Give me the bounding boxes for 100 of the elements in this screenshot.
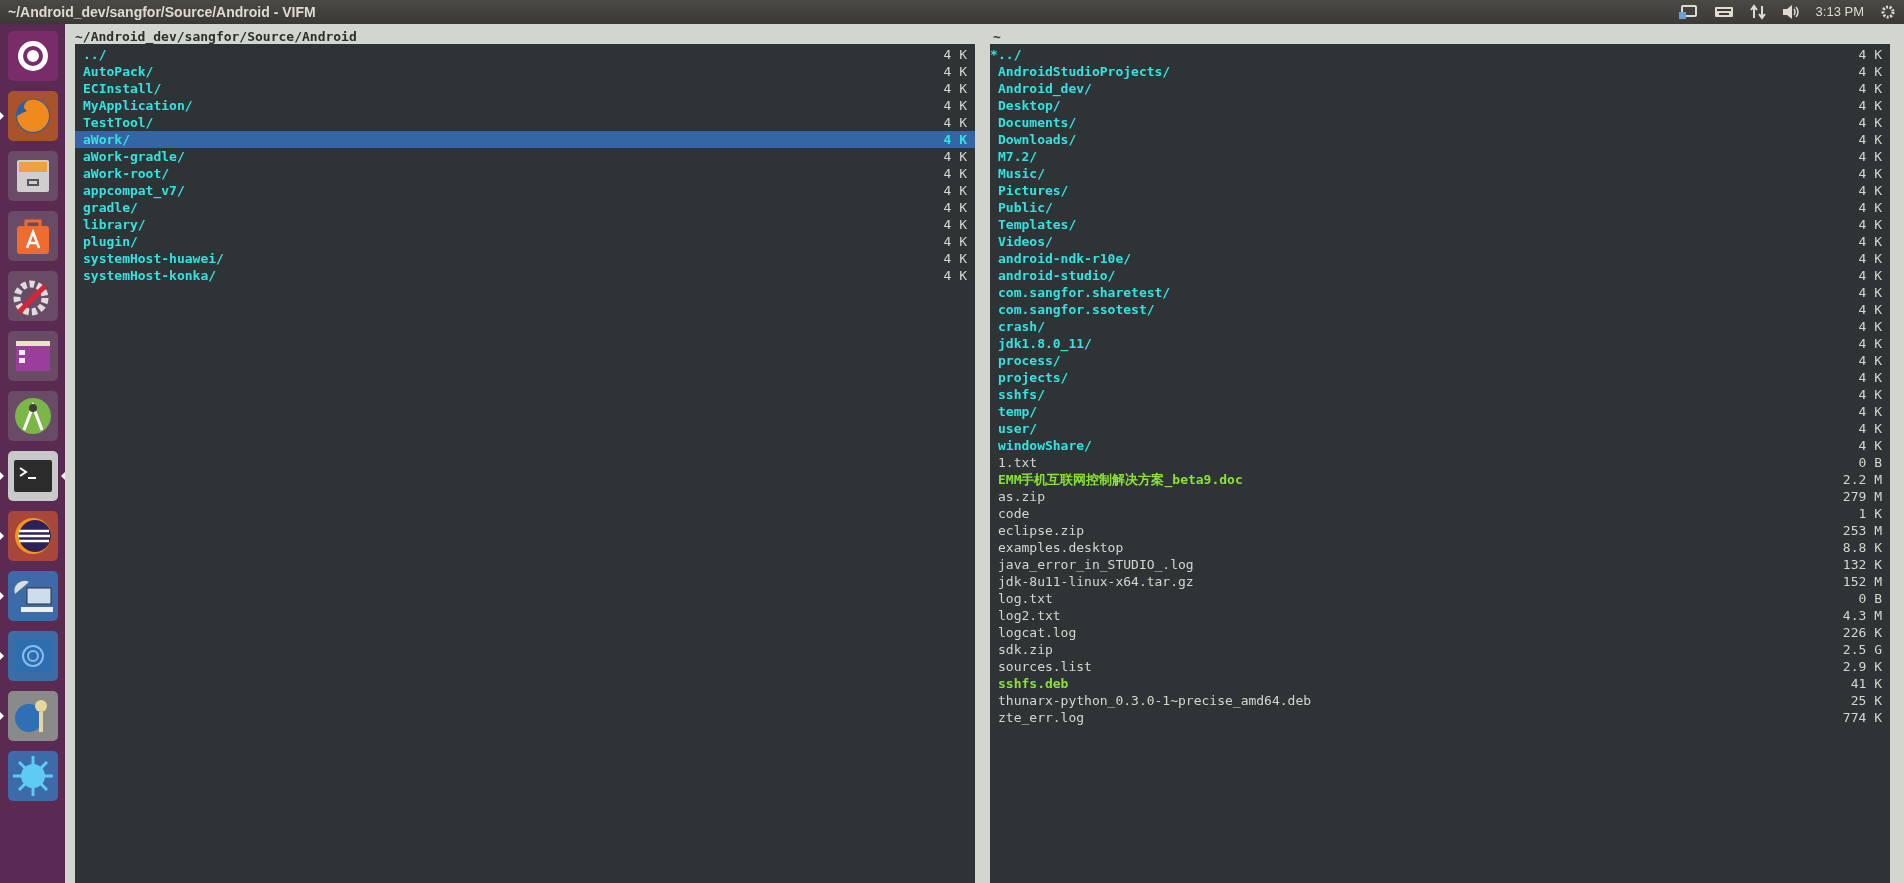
file-row[interactable]: zte_err.log 774 K <box>990 709 1890 726</box>
satellite-computer-icon[interactable] <box>6 570 59 622</box>
eclipse-icon[interactable] <box>6 510 59 562</box>
file-row[interactable]: ../ 4 K <box>75 46 975 63</box>
file-name: as.zip <box>998 488 1045 505</box>
file-size: 4 K <box>1858 199 1882 216</box>
file-row[interactable]: examples.desktop 8.8 K <box>990 539 1890 556</box>
gear-wrench-icon[interactable] <box>6 270 59 322</box>
file-row[interactable]: TestTool/ 4 K <box>75 114 975 131</box>
file-row[interactable]: Videos/ 4 K <box>990 233 1890 250</box>
file-name: aWork/ <box>83 131 130 148</box>
file-row[interactable]: temp/ 4 K <box>990 403 1890 420</box>
file-row[interactable]: Documents/ 4 K <box>990 114 1890 131</box>
file-row[interactable]: projects/ 4 K <box>990 369 1890 386</box>
file-row[interactable]: log2.txt 4.3 M <box>990 607 1890 624</box>
file-row[interactable]: gradle/ 4 K <box>75 199 975 216</box>
file-row[interactable]: Templates/ 4 K <box>990 216 1890 233</box>
file-row[interactable]: EMM手机互联网控制解决方案_beta9.doc 2.2 M <box>990 471 1890 488</box>
file-size: 4 K <box>1858 369 1882 386</box>
file-row[interactable]: code 1 K <box>990 505 1890 522</box>
file-size: 4 K <box>1858 284 1882 301</box>
file-name: library/ <box>83 216 146 233</box>
file-size: 4 K <box>1858 437 1882 454</box>
file-size: 25 K <box>1850 692 1882 709</box>
file-row[interactable]: M7.2/ 4 K <box>990 148 1890 165</box>
file-row[interactable]: eclipse.zip 253 M <box>990 522 1890 539</box>
file-size: 226 K <box>1842 624 1882 641</box>
file-row[interactable]: logcat.log 226 K <box>990 624 1890 641</box>
file-row[interactable]: library/ 4 K <box>75 216 975 233</box>
file-row[interactable]: aWork-gradle/ 4 K <box>75 148 975 165</box>
clock[interactable]: 3:13 PM <box>1815 2 1864 22</box>
file-name: temp/ <box>998 403 1038 420</box>
file-row[interactable]: Public/ 4 K <box>990 199 1890 216</box>
file-row[interactable]: windowShare/ 4 K <box>990 437 1890 454</box>
file-name: log2.txt <box>998 607 1061 624</box>
file-name: plugin/ <box>83 233 138 250</box>
settings-icon[interactable] <box>1880 4 1896 20</box>
file-row[interactable]: log.txt 0 B <box>990 590 1890 607</box>
file-row[interactable]: crash/ 4 K <box>990 318 1890 335</box>
file-row[interactable]: user/ 4 K <box>990 420 1890 437</box>
volume-icon[interactable] <box>1781 4 1800 20</box>
file-row[interactable]: thunarx-python_0.3.0-1~precise_amd64.deb 25 K <box>990 692 1890 709</box>
file-row[interactable]: plugin/ 4 K <box>75 233 975 250</box>
file-row[interactable]: sshfs.deb 41 K <box>990 675 1890 692</box>
pane-path: ~/Android_dev/sangfor/Source/Android <box>75 29 357 44</box>
file-row[interactable]: ECInstall/ 4 K <box>75 80 975 97</box>
shopping-bag-icon[interactable] <box>6 210 59 262</box>
file-row[interactable]: 1.txt 0 B <box>990 454 1890 471</box>
file-size: 152 M <box>1842 573 1882 590</box>
window-icon[interactable] <box>6 330 59 382</box>
file-row[interactable]: systemHost-huawei/ 4 K <box>75 250 975 267</box>
file-row[interactable]: sdk.zip 2.5 G <box>990 641 1890 658</box>
file-row[interactable]: AutoPack/ 4 K <box>75 63 975 80</box>
file-row[interactable]: systemHost-konka/ 4 K <box>75 267 975 284</box>
file-row[interactable]: com.sangfor.ssotest/ 4 K <box>990 301 1890 318</box>
file-size: 0 B <box>1858 590 1882 607</box>
file-row[interactable]: aWork-root/ 4 K <box>75 165 975 182</box>
file-row[interactable]: Android_dev/ 4 K <box>990 80 1890 97</box>
file-row[interactable]: appcompat_v7/ 4 K <box>75 182 975 199</box>
file-row[interactable]: jdk-8u11-linux-x64.tar.gz 152 M <box>990 573 1890 590</box>
file-name: sources.list <box>998 658 1092 675</box>
file-row[interactable]: Desktop/ 4 K <box>990 97 1890 114</box>
file-cabinet-icon[interactable] <box>6 150 59 202</box>
transfer-arrows-icon[interactable] <box>1749 4 1766 20</box>
file-row[interactable]: Downloads/ 4 K <box>990 131 1890 148</box>
file-row[interactable]: aWork/ 4 K <box>75 131 975 148</box>
keyboard-icon[interactable] <box>1713 6 1734 18</box>
file-name: log.txt <box>998 590 1053 607</box>
file-size: 4 K <box>1858 46 1882 63</box>
file-row[interactable]: AndroidStudioProjects/ 4 K <box>990 63 1890 80</box>
file-row[interactable]: as.zip 279 M <box>990 488 1890 505</box>
file-name: process/ <box>998 352 1061 369</box>
file-size: 4 K <box>1858 335 1882 352</box>
file-name: code <box>998 505 1030 522</box>
network-icon[interactable] <box>1677 4 1698 20</box>
file-name: gradle/ <box>83 199 138 216</box>
file-size: 4 K <box>1858 148 1882 165</box>
file-size: 41 K <box>1850 675 1882 692</box>
file-row[interactable]: android-ndk-r10e/ 4 K <box>990 250 1890 267</box>
file-name: systemHost-huawei/ <box>83 250 224 267</box>
ubuntu-logo-icon[interactable] <box>6 30 59 82</box>
file-row[interactable]: jdk1.8.0_11/ 4 K <box>990 335 1890 352</box>
file-row[interactable]: Music/ 4 K <box>990 165 1890 182</box>
file-row[interactable]: sshfs/ 4 K <box>990 386 1890 403</box>
file-name: sdk.zip <box>998 641 1053 658</box>
file-row[interactable]: java_error_in_STUDIO_.log 132 K <box>990 556 1890 573</box>
file-row[interactable]: Pictures/ 4 K <box>990 182 1890 199</box>
file-row[interactable]: com.sangfor.sharetest/ 4 K <box>990 284 1890 301</box>
file-row[interactable]: process/ 4 K <box>990 352 1890 369</box>
file-row[interactable]: sources.list 2.9 K <box>990 658 1890 675</box>
file-row[interactable]: *../ 4 K <box>990 46 1890 63</box>
terminal-icon[interactable] <box>6 450 59 502</box>
file-size: 4 K <box>943 148 967 165</box>
file-row[interactable]: MyApplication/ 4 K <box>75 97 975 114</box>
android-compass-icon[interactable] <box>6 390 59 442</box>
file-name: com.sangfor.sharetest/ <box>998 284 1171 301</box>
file-name: Music/ <box>998 165 1045 182</box>
splash-icon[interactable] <box>6 750 59 802</box>
file-name: Pictures/ <box>998 182 1069 199</box>
file-row[interactable]: android-studio/ 4 K <box>990 267 1890 284</box>
